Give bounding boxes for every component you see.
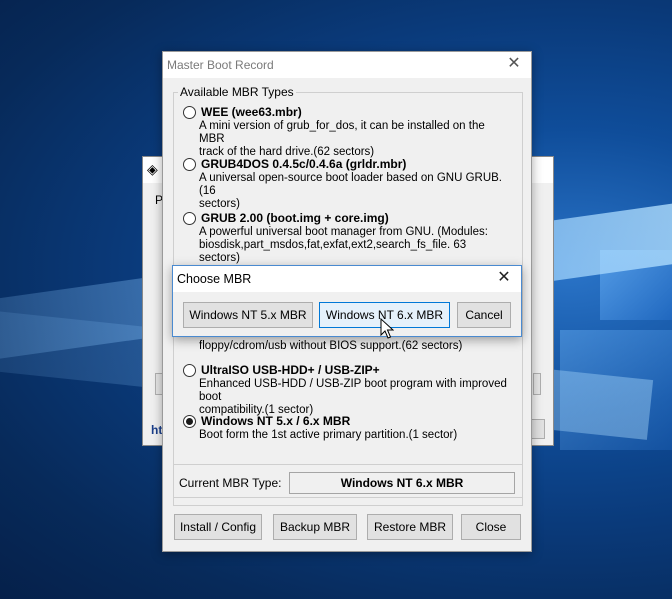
option-description-fragment: floppy/cdrom/usb without BIOS support.(6…	[199, 340, 463, 352]
option-title: Windows NT 5.x / 6.x MBR	[201, 414, 351, 428]
radio-button[interactable]	[183, 364, 196, 377]
option-description: A universal open-source boot loader base…	[199, 172, 502, 210]
close-button[interactable]: Close	[461, 514, 521, 540]
cancel-button[interactable]: Cancel	[457, 302, 511, 328]
choose-mbr-dialog: Choose MBR ✕ Windows NT 5.x MBR Windows …	[172, 265, 522, 337]
mouse-cursor-icon	[380, 318, 394, 339]
option-description: Enhanced USB-HDD / USB-ZIP boot program …	[199, 378, 507, 416]
radio-button[interactable]	[183, 212, 196, 225]
option-description: A mini version of grub_for_dos, it can b…	[199, 120, 485, 158]
group-title: Available MBR Types	[178, 85, 296, 99]
current-mbr-value: Windows NT 6.x MBR	[289, 472, 515, 494]
backup-mbr-button[interactable]: Backup MBR	[273, 514, 357, 540]
popup-title: Choose MBR	[177, 272, 252, 286]
radio-button-checked[interactable]	[183, 415, 196, 428]
current-mbr-label: Current MBR Type:	[179, 476, 282, 490]
radio-button[interactable]	[183, 106, 196, 119]
option-title: UltraISO USB-HDD+ / USB-ZIP+	[201, 363, 380, 377]
option-title: GRUB4DOS 0.4.5c/0.4.6a (grldr.mbr)	[201, 157, 407, 171]
windows-nt5-mbr-button[interactable]: Windows NT 5.x MBR	[183, 302, 313, 328]
popup-titlebar: Choose MBR ✕	[173, 266, 521, 292]
background-control-fragment	[533, 373, 541, 395]
dialog-titlebar: Master Boot Record ✕	[163, 52, 531, 78]
option-title: WEE (wee63.mbr)	[201, 105, 302, 119]
option-title: GRUB 2.00 (boot.img + core.img)	[201, 211, 389, 225]
close-icon[interactable]: ✕	[505, 55, 523, 73]
option-description: Boot form the 1st active primary partiti…	[199, 429, 458, 441]
radio-button[interactable]	[183, 158, 196, 171]
install-config-button[interactable]: Install / Config	[174, 514, 262, 540]
restore-mbr-button[interactable]: Restore MBR	[367, 514, 453, 540]
close-icon[interactable]: ✕	[495, 269, 513, 287]
option-description: A powerful universal boot manager from G…	[199, 226, 488, 264]
app-icon: ◈	[147, 161, 158, 177]
dialog-title: Master Boot Record	[167, 58, 274, 72]
